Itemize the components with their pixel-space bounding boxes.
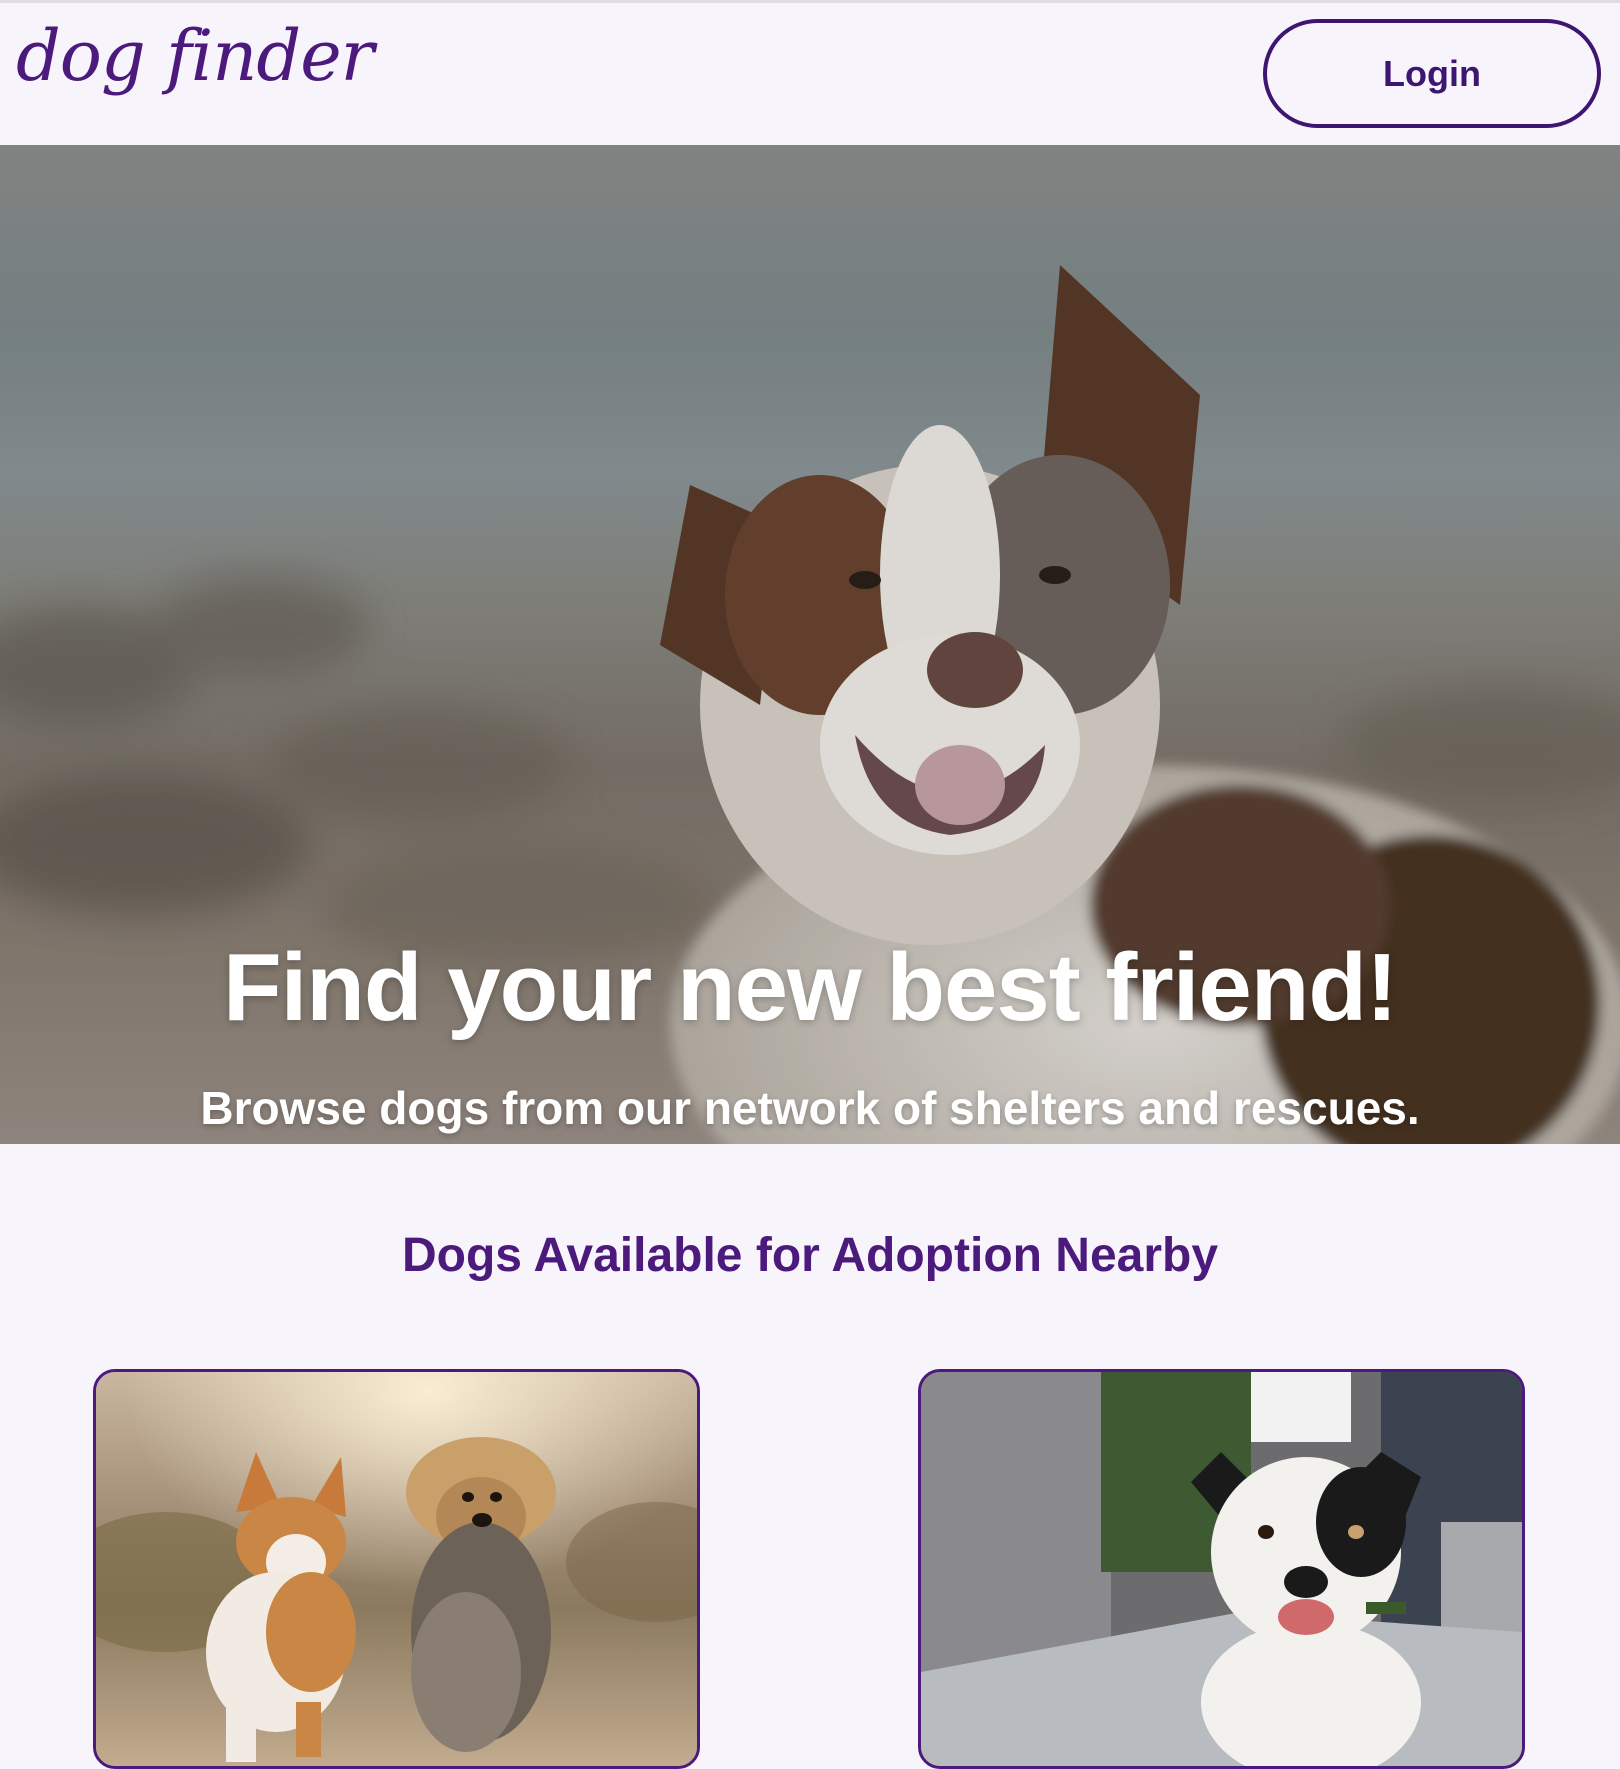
dog-photo xyxy=(921,1372,1522,1766)
dog-card[interactable] xyxy=(93,1369,700,1769)
hero-subtitle: Browse dogs from our network of shelters… xyxy=(200,1082,1420,1134)
hero-title: Find your new best friend! xyxy=(222,934,1398,1041)
dog-card[interactable] xyxy=(918,1369,1525,1769)
listings-title: Dogs Available for Adoption Nearby xyxy=(401,1229,1219,1282)
hero-banner: Find your new best friend! Browse dogs f… xyxy=(0,145,1620,1144)
site-header: dog finder Login xyxy=(0,3,1620,145)
dog-photo xyxy=(96,1372,697,1766)
logo[interactable]: dog finder xyxy=(16,21,374,91)
login-button[interactable]: Login xyxy=(1263,19,1601,128)
